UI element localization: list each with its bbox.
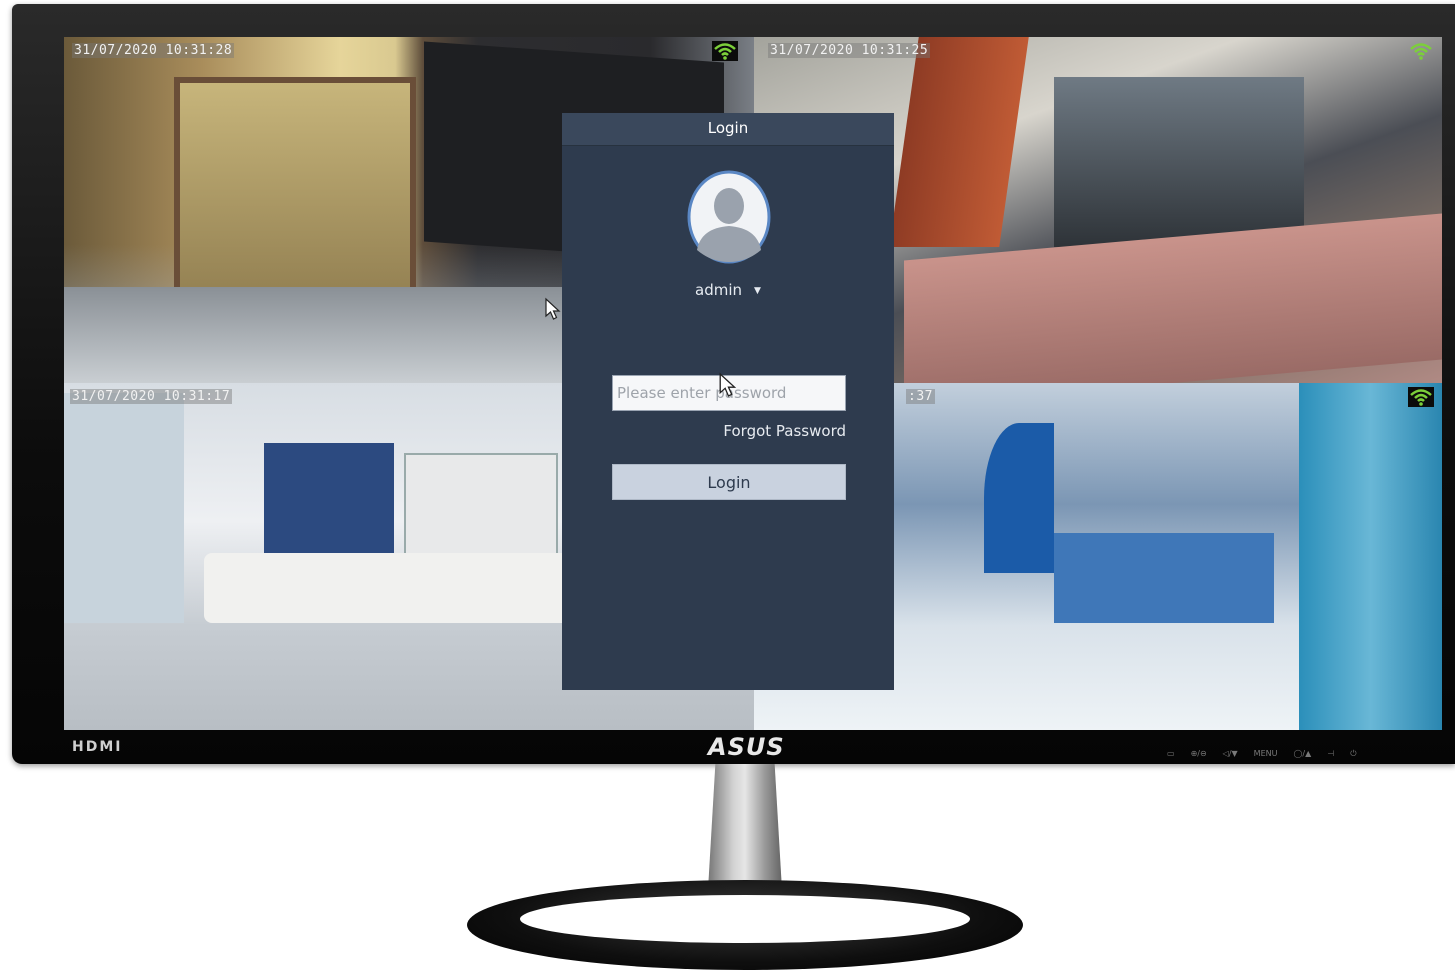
volume-button[interactable]: ◁/▼: [1223, 749, 1238, 759]
forgot-password-link[interactable]: Forgot Password: [723, 422, 846, 440]
wifi-signal-icon: [1408, 41, 1434, 61]
auto-button[interactable]: ◯/▲: [1293, 749, 1311, 759]
cam3-scene-wall: [64, 393, 184, 623]
brand-logo: ASUS: [708, 733, 785, 761]
camera-timestamp: 31/07/2020 10:31:28: [72, 43, 235, 58]
mouse-pointer-icon: [544, 297, 564, 325]
cam4-scene-banner: [984, 423, 1054, 573]
camera-timestamp: :37: [906, 389, 935, 404]
cam4-scene-pillar: [1299, 383, 1442, 730]
cam2-scene-pillar: [889, 37, 1029, 247]
login-dialog: Login admin ▼ Forgot Password Login: [562, 113, 894, 690]
menu-button[interactable]: MENU: [1254, 749, 1278, 759]
cam4-scene-counter: [1054, 533, 1274, 623]
user-avatar-icon: [687, 170, 771, 264]
cam2-scene-window: [1054, 77, 1304, 247]
brightness-button[interactable]: ⊕/⊖: [1191, 749, 1207, 759]
wifi-signal-icon: [1408, 387, 1434, 407]
exit-button[interactable]: ⊣: [1327, 749, 1334, 759]
camera-timestamp: 31/07/2020 10:31:25: [768, 43, 931, 58]
login-title: Login: [562, 113, 894, 146]
chevron-down-icon[interactable]: ▼: [754, 286, 761, 296]
user-selector[interactable]: admin ▼: [562, 281, 894, 299]
cam3-scene-sofa: [204, 553, 624, 623]
power-button[interactable]: ⏻: [1350, 749, 1356, 759]
camera-timestamp: 31/07/2020 10:31:17: [70, 389, 233, 404]
input-button[interactable]: ▭: [1167, 749, 1175, 759]
monitor-controls: ▭ ⊕/⊖ ◁/▼ MENU ◯/▲ ⊣ ⏻: [1167, 749, 1357, 759]
username-label: admin: [695, 281, 743, 299]
mouse-pointer-icon: [718, 371, 740, 403]
monitor-stand-base-opening: [520, 895, 970, 943]
wifi-signal-icon: [712, 41, 738, 61]
login-button[interactable]: Login: [612, 464, 846, 500]
hdmi-label: HDMI: [72, 739, 123, 755]
